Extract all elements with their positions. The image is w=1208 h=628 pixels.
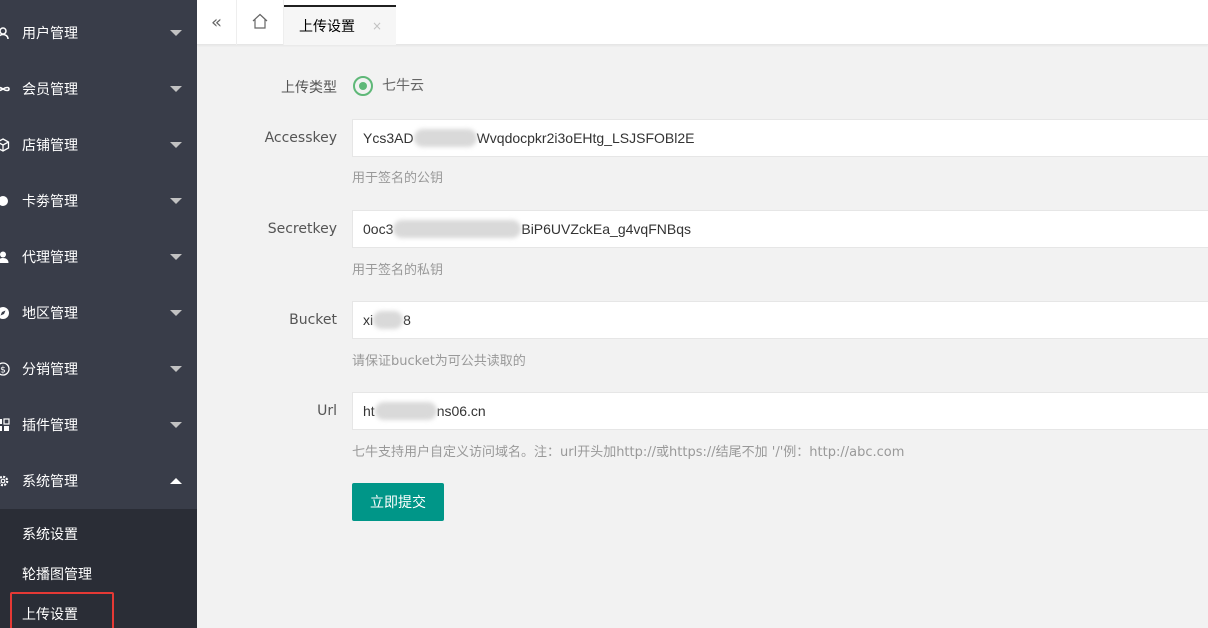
submenu-item-label: 上传设置 <box>22 607 78 623</box>
accesskey-value-prefix: Ycs3AD <box>363 130 414 146</box>
submenu-item-upload-settings[interactable]: 上传设置 <box>0 588 197 628</box>
url-input[interactable]: ht ns06.cn <box>352 392 1208 430</box>
sidebar-item-label: 分销管理 <box>22 362 78 378</box>
accesskey-help: 用于签名的公钥 <box>352 171 444 186</box>
secretkey-value-prefix: 0oc3 <box>363 221 394 237</box>
bucket-value-prefix: xi <box>363 312 374 328</box>
sidebar-item-label: 店铺管理 <box>22 138 78 154</box>
sidebar-item-label: 插件管理 <box>22 418 78 434</box>
chevron-down-icon <box>170 142 182 148</box>
radio-selected-dot <box>359 82 367 90</box>
redacted-blur <box>393 220 522 238</box>
chevron-down-icon <box>170 310 182 316</box>
sidebar-item-distribution[interactable]: $ 分销管理 <box>0 341 197 397</box>
sidebar-item-label: 用户管理 <box>22 26 78 42</box>
sidebar-item-shops[interactable]: 店铺管理 <box>0 117 197 173</box>
chevron-down-icon <box>170 86 182 92</box>
url-value-suffix: ns06.cn <box>436 403 486 419</box>
sidebar: 用户管理 会员管理 店铺管理 卡劵管理 代理管理 地区管理 $ 分销管理 插件管… <box>0 0 197 628</box>
sidebar-item-system[interactable]: 系统管理 <box>0 453 197 509</box>
bucket-label: Bucket <box>289 312 337 328</box>
tab-label: 上传设置 <box>299 19 355 35</box>
sidebar-item-label: 地区管理 <box>22 306 78 322</box>
bucket-input[interactable]: xi 8 <box>352 301 1208 339</box>
gear-icon <box>0 474 10 488</box>
upload-type-label: 上传类型 <box>281 80 337 96</box>
bucket-value-suffix: 8 <box>403 312 411 328</box>
accesskey-label: Accesskey <box>264 130 337 146</box>
cube-icon <box>0 138 10 152</box>
chevron-down-icon <box>170 254 182 260</box>
chevron-down-icon <box>170 30 182 36</box>
sidebar-item-users[interactable]: 用户管理 <box>0 5 197 61</box>
sidebar-item-coupons[interactable]: 卡劵管理 <box>0 173 197 229</box>
radio-qiniu[interactable] <box>353 76 373 96</box>
close-icon[interactable]: × <box>372 19 382 33</box>
sidebar-item-members[interactable]: 会员管理 <box>0 61 197 117</box>
radio-qiniu-label[interactable]: 七牛云 <box>382 76 424 96</box>
chevron-down-icon <box>170 422 182 428</box>
dollar-icon: $ <box>0 362 10 376</box>
sidebar-item-regions[interactable]: 地区管理 <box>0 285 197 341</box>
tab-upload-settings[interactable]: 上传设置 × <box>284 5 396 45</box>
double-chevron-left-icon: « <box>210 12 222 33</box>
secretkey-help: 用于签名的私钥 <box>352 263 444 278</box>
sidebar-item-label: 代理管理 <box>22 250 78 266</box>
sidebar-item-label: 系统管理 <box>22 474 78 490</box>
svg-text:$: $ <box>0 366 6 376</box>
home-icon <box>251 13 269 33</box>
sidebar-item-agents[interactable]: 代理管理 <box>0 229 197 285</box>
redacted-blur <box>374 402 437 420</box>
secretkey-value-suffix: BiP6UVZckEa_g4vqFNBqs <box>521 221 691 237</box>
sidebar-item-label: 会员管理 <box>22 82 78 98</box>
collapse-sidebar-button[interactable]: « <box>197 0 237 45</box>
chevron-down-icon <box>170 198 182 204</box>
chevron-up-icon <box>170 478 182 484</box>
redacted-blur <box>413 129 477 147</box>
url-help: 七牛支持用户自定义访问域名。注：url开头加http://或https://结尾… <box>352 445 905 460</box>
puzzle-icon <box>0 418 10 432</box>
sidebar-item-plugins[interactable]: 插件管理 <box>0 397 197 453</box>
tab-bar: « 上传设置 × <box>197 0 1208 45</box>
user-icon <box>0 250 10 264</box>
submenu-item-system-settings[interactable]: 系统设置 <box>0 514 197 554</box>
secretkey-input[interactable]: 0oc3 BiP6UVZckEa_g4vqFNBqs <box>352 210 1208 248</box>
bucket-help: 请保证bucket为可公共读取的 <box>352 354 526 369</box>
compass-icon <box>0 306 10 320</box>
infinity-icon <box>0 82 10 96</box>
accesskey-input[interactable]: Ycs3AD Wvqdocpkr2i3oEHtg_LSJSFOBl2E <box>352 119 1208 157</box>
submenu-item-label: 轮播图管理 <box>22 567 92 583</box>
system-submenu: 系统设置 轮播图管理 上传设置 <box>0 509 197 628</box>
redacted-blur <box>373 311 404 329</box>
home-tab[interactable] <box>237 0 284 45</box>
users-icon <box>0 26 10 40</box>
sidebar-item-label: 卡劵管理 <box>22 194 78 210</box>
submenu-item-label: 系统设置 <box>22 527 78 543</box>
submit-button[interactable]: 立即提交 <box>352 483 444 521</box>
chevron-down-icon <box>170 366 182 372</box>
circle-icon <box>0 194 10 208</box>
url-value-prefix: ht <box>363 403 375 419</box>
secretkey-label: Secretkey <box>267 221 337 237</box>
accesskey-value-suffix: Wvqdocpkr2i3oEHtg_LSJSFOBl2E <box>476 130 695 146</box>
url-label: Url <box>317 403 337 419</box>
